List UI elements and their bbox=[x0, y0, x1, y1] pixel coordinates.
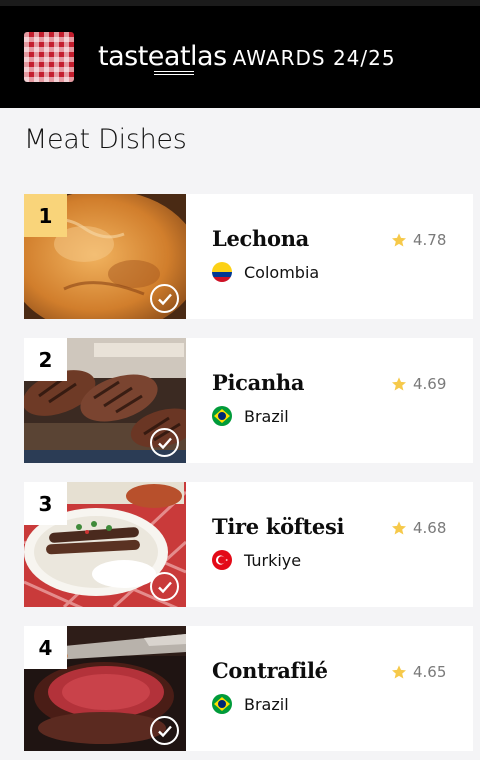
star-icon bbox=[392, 665, 406, 679]
brazil-flag-icon bbox=[212, 694, 232, 714]
dish-name[interactable]: Lechona bbox=[212, 226, 309, 251]
dish-card[interactable]: 2 Picanha 4.69 Brazil bbox=[24, 338, 473, 463]
star-icon bbox=[392, 233, 406, 247]
country-name: Turkiye bbox=[244, 550, 302, 570]
rank-badge: 2 bbox=[24, 338, 67, 381]
dish-country[interactable]: Brazil bbox=[212, 694, 289, 714]
brand-awards: AWARDS 24/25 bbox=[232, 46, 396, 70]
country-name: Colombia bbox=[244, 262, 320, 282]
rank-badge: 3 bbox=[24, 482, 67, 525]
check-circle-icon[interactable] bbox=[150, 716, 179, 745]
country-name: Brazil bbox=[244, 406, 289, 426]
colombia-flag-icon bbox=[212, 262, 232, 282]
rating-value: 4.69 bbox=[413, 375, 447, 393]
rating-value: 4.78 bbox=[413, 231, 447, 249]
page-title: Meat Dishes bbox=[24, 124, 187, 155]
dish-card[interactable]: 4 Contrafilé 4.65 Brazil bbox=[24, 626, 473, 751]
country-name: Brazil bbox=[244, 694, 289, 714]
tablecloth-logo-icon[interactable] bbox=[24, 32, 74, 82]
brazil-flag-icon bbox=[212, 406, 232, 426]
dish-card[interactable]: 3 Tire köftesi 4.68 Turkiye bbox=[24, 482, 473, 607]
dish-photo-lechona[interactable]: 1 bbox=[24, 194, 186, 319]
dish-rating: 4.68 bbox=[391, 519, 446, 537]
rank-badge: 4 bbox=[24, 626, 67, 669]
check-circle-icon[interactable] bbox=[150, 428, 179, 457]
rank-badge: 1 bbox=[24, 194, 67, 237]
dish-country[interactable]: Brazil bbox=[212, 406, 289, 426]
dish-name[interactable]: Contrafilé bbox=[212, 658, 328, 683]
dish-country[interactable]: Turkiye bbox=[212, 550, 301, 570]
brand-wordmark[interactable]: tasteatlas AWARDS 24/25 bbox=[98, 40, 396, 77]
brand-underline bbox=[154, 71, 194, 75]
dish-country[interactable]: Colombia bbox=[212, 262, 319, 282]
dish-photo-contrafile[interactable]: 4 bbox=[24, 626, 186, 751]
star-icon bbox=[392, 521, 406, 535]
star-icon bbox=[392, 377, 406, 391]
brand-tasteatlas: tasteatlas bbox=[98, 41, 227, 72]
check-circle-icon[interactable] bbox=[150, 284, 179, 313]
dish-rating: 4.69 bbox=[391, 375, 446, 393]
rating-value: 4.68 bbox=[413, 519, 447, 537]
site-header: tasteatlas AWARDS 24/25 bbox=[0, 6, 480, 108]
dish-rating: 4.78 bbox=[391, 231, 446, 249]
ranking-list: 1 Lechona 4.78 Colombia 2 Picanha 4.69 B… bbox=[24, 194, 473, 760]
check-circle-icon[interactable] bbox=[150, 572, 179, 601]
rating-value: 4.65 bbox=[413, 663, 447, 681]
dish-photo-picanha[interactable]: 2 bbox=[24, 338, 186, 463]
turkiye-flag-icon bbox=[212, 550, 232, 570]
dish-photo-tire-koftesi[interactable]: 3 bbox=[24, 482, 186, 607]
dish-name[interactable]: Tire köftesi bbox=[212, 514, 345, 539]
dish-card[interactable]: 1 Lechona 4.78 Colombia bbox=[24, 194, 473, 319]
dish-name[interactable]: Picanha bbox=[212, 370, 305, 395]
dish-rating: 4.65 bbox=[391, 663, 446, 681]
